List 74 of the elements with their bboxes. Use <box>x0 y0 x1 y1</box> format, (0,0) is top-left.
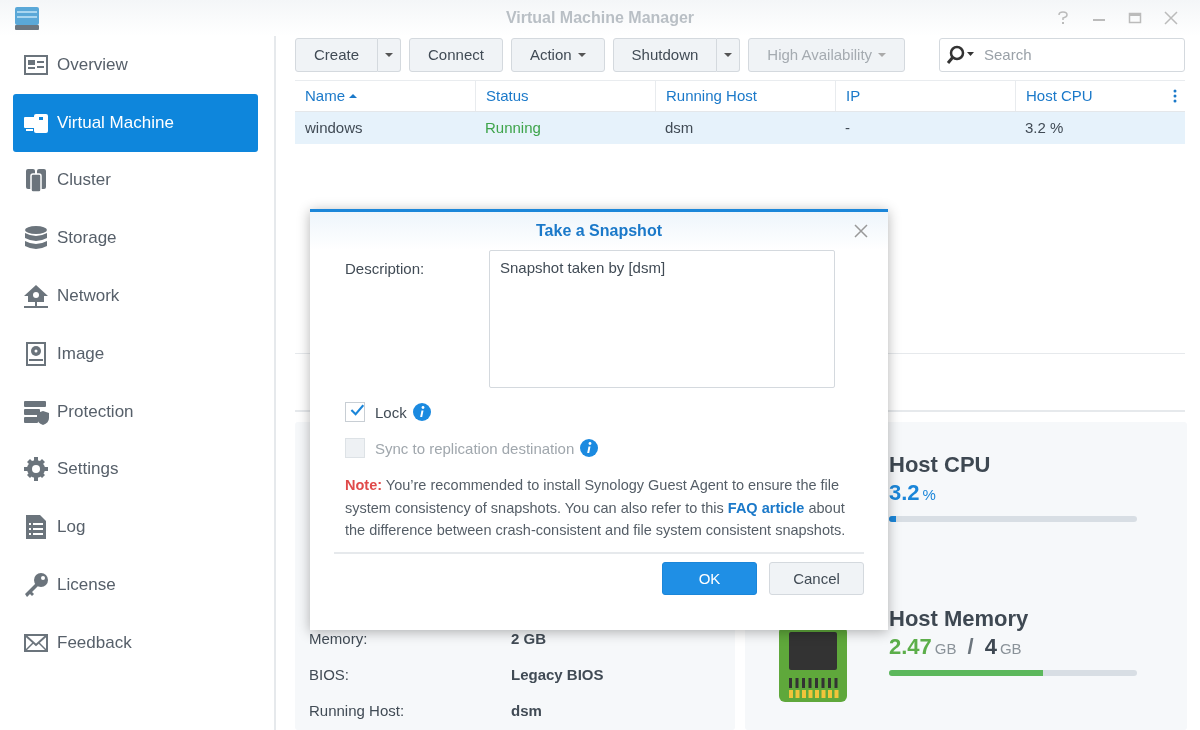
dropdown-button[interactable] <box>378 38 402 72</box>
sidebar-item[interactable]: Overview <box>13 36 258 94</box>
column-header[interactable]: Running Host <box>655 80 835 111</box>
detail-value: Legacy BIOS <box>511 665 604 683</box>
metric-title: Host Memory <box>889 606 1030 632</box>
info-icon[interactable] <box>580 439 599 457</box>
separator: / <box>967 634 974 660</box>
column-header[interactable]: Host CPU <box>1015 80 1165 111</box>
metric-value: 4 <box>984 634 997 660</box>
caret-icon <box>385 52 394 57</box>
detail-value: 2 GB <box>511 629 546 647</box>
column-header[interactable]: Name <box>295 80 475 111</box>
metric-value: 2.47 <box>889 634 932 660</box>
metric-value: 3.2 <box>889 480 920 506</box>
table-cell-text: Running <box>484 119 542 137</box>
column-header[interactable]: IP <box>835 80 1015 111</box>
window-title: Virtual Machine Manager <box>505 9 695 27</box>
sidebar-item[interactable]: Settings <box>13 440 258 499</box>
dialog-title: Take a Snapshot <box>536 222 662 240</box>
sort-icon <box>349 93 357 98</box>
sidebar-item[interactable]: Storage <box>13 209 258 268</box>
maximize-icon[interactable] <box>1128 11 1142 25</box>
caret-icon <box>577 52 586 57</box>
table-cell-text: - <box>844 119 851 137</box>
field-label: Description: <box>345 259 426 279</box>
description-field[interactable]: Snapshot taken by [dsm] <box>489 250 835 388</box>
sidebar-item[interactable]: Protection <box>13 382 258 441</box>
faq-link[interactable]: FAQ article <box>727 499 805 516</box>
cancel-button[interactable]: Cancel <box>769 561 864 595</box>
search-field[interactable]: Search <box>939 38 1185 72</box>
info-icon[interactable] <box>412 403 431 421</box>
sidebar-item[interactable]: Cluster <box>13 151 258 210</box>
toolbar-button[interactable]: Shutdown <box>612 38 718 72</box>
detail-label: Running Host: <box>309 701 406 719</box>
sidebar-item[interactable]: Image <box>13 325 258 383</box>
sidebar-item[interactable]: License <box>13 556 258 614</box>
note-text: Note: You’re recommended to install Synology Guest Agent to ensure the file system consistency of snapshots. You can also refer to this FAQ article about the difference between crash-consistent and file system consistent snapshots. <box>345 476 847 540</box>
key-icon <box>23 572 49 599</box>
detail-value: dsm <box>511 701 542 719</box>
gear-icon <box>23 456 49 483</box>
sidebar-item[interactable]: Log <box>13 498 258 557</box>
house-icon <box>23 283 49 310</box>
table-cell-text: 3.2 % <box>1024 119 1065 137</box>
ok-button[interactable]: OK <box>662 561 757 595</box>
table-cell-text: windows <box>304 119 364 137</box>
metric-unit: % <box>922 486 936 503</box>
caret-icon <box>724 52 733 57</box>
help-icon[interactable] <box>1056 11 1070 25</box>
sidebar-item[interactable]: Virtual Machine <box>13 93 258 152</box>
sidebar-item[interactable]: Network <box>13 267 258 325</box>
sidebar-item[interactable]: Feedback <box>13 613 258 672</box>
detail-label: BIOS: <box>309 665 350 683</box>
close-icon[interactable] <box>1164 11 1178 25</box>
document-icon <box>23 514 49 541</box>
server-icon <box>23 167 49 194</box>
app-logo-icon <box>13 4 41 32</box>
metric-title: Host CPU <box>889 452 992 478</box>
shield-icon <box>23 398 49 425</box>
database-icon <box>23 225 49 252</box>
menu-button[interactable]: Action <box>510 38 605 72</box>
table-row[interactable]: windows Running dsm - 3.2 % <box>295 111 1185 144</box>
metric-unit: GB <box>934 640 957 657</box>
table-cell-text: dsm <box>664 119 695 137</box>
toolbar-button[interactable]: Create <box>295 38 379 72</box>
metric-unit: GB <box>999 640 1022 657</box>
checkbox[interactable] <box>345 402 365 422</box>
detail-label: Memory: <box>309 629 369 647</box>
dropdown-button[interactable] <box>717 38 741 72</box>
toolbar-button[interactable]: Connect <box>409 38 503 72</box>
column-header[interactable]: Status <box>475 80 655 111</box>
caret-icon <box>878 52 887 57</box>
more-options-icon[interactable] <box>1173 88 1177 103</box>
close-icon[interactable] <box>854 224 868 238</box>
checkbox-label[interactable]: Lock <box>375 403 407 421</box>
